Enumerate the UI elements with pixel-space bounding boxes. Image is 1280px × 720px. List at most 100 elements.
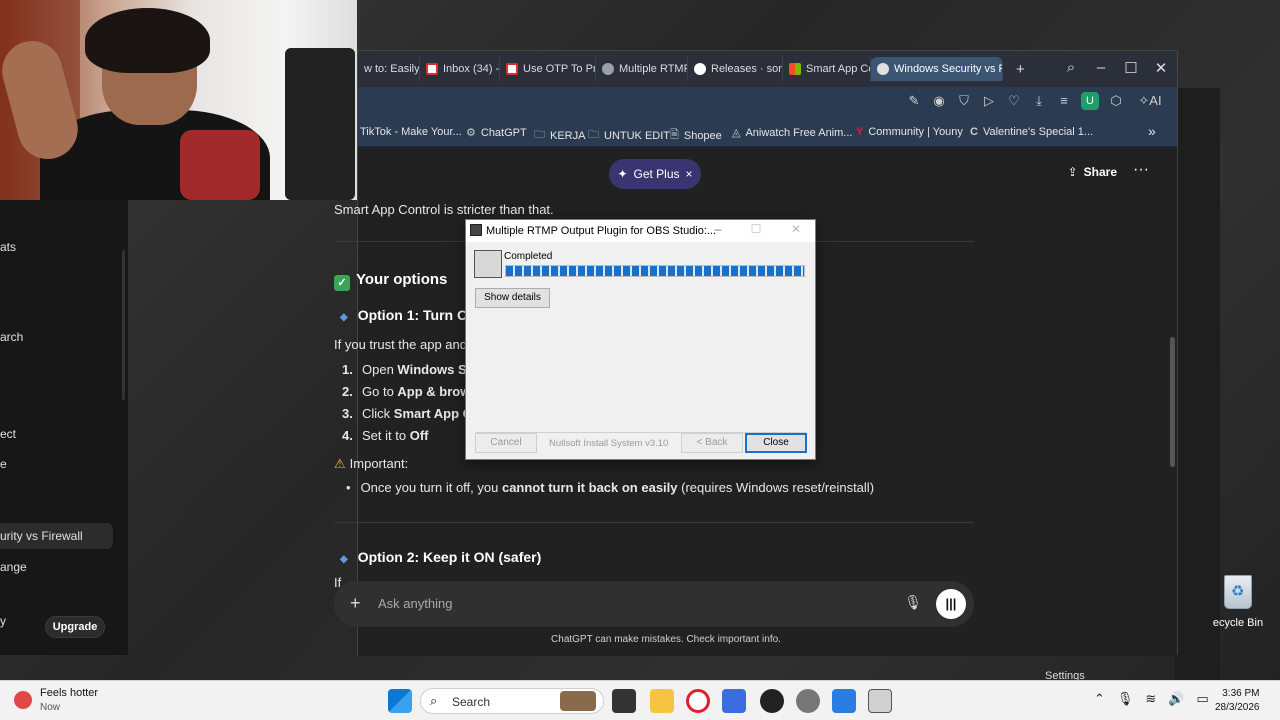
scrollbar[interactable] <box>1170 337 1175 467</box>
upgrade-button[interactable]: Upgrade <box>45 616 105 638</box>
chevron-up-icon[interactable]: ⌃ <box>1094 691 1105 707</box>
bookmark-tiktok[interactable]: TikTok - Make Your... <box>360 126 462 138</box>
minimize-button[interactable]: – <box>710 222 726 236</box>
dialog-titlebar: Multiple RTMP Output Plugin for OBS Stud… <box>466 220 815 242</box>
settings-icon[interactable] <box>796 689 820 713</box>
tab-otp[interactable]: Use OTP To Pro <box>500 57 596 81</box>
extension-icon[interactable]: ⬡ <box>1108 93 1124 109</box>
tab-windows-security[interactable]: Windows Security vs Fire <box>871 57 1003 81</box>
installer-icon <box>474 250 502 278</box>
download-icon[interactable]: ⤓ <box>1031 93 1047 109</box>
task-view-icon[interactable] <box>612 689 636 713</box>
bookmark-aniwatch[interactable]: ◬ Aniwatch Free Anim... <box>732 126 852 140</box>
microphone-icon[interactable]: 🎙 <box>1117 691 1134 707</box>
microphone-icon[interactable]: 🎙 <box>904 594 922 611</box>
heart-icon[interactable]: ♡ <box>1006 93 1022 109</box>
tab-how-to[interactable]: w to: Easily S <box>358 57 420 81</box>
bullet-item: • Once you turn it off, you cannot turn i… <box>346 480 875 495</box>
your-options-heading: ✓ Your options <box>334 271 447 291</box>
bookmark-chatgpt[interactable]: ⚙ ChatGPT <box>466 126 527 140</box>
avatar[interactable]: U <box>1081 92 1099 110</box>
sidebar-item-chat[interactable]: e <box>0 457 7 471</box>
chatgpt-icon <box>602 63 614 75</box>
option1-heading: ◆ Option 1: Turn O <box>340 307 468 323</box>
bookmark-untuk-edit[interactable]: 🗀 UNTUK EDIT <box>588 126 670 145</box>
youny-icon: Y <box>856 126 864 138</box>
wifi-icon[interactable]: ≋ <box>1145 691 1156 707</box>
weather-title: Feels hotter <box>40 687 99 699</box>
bookmark-community[interactable]: Y Community | Youny <box>856 126 963 138</box>
gmail-icon <box>426 63 438 75</box>
install-progress-bar <box>505 265 805 277</box>
clock[interactable]: 3:36 PM 28/3/2026 <box>1215 687 1260 715</box>
microsoft-icon <box>789 63 801 75</box>
bookmark-valentine[interactable]: C Valentine's Special 1... <box>970 126 1093 138</box>
new-tab-button[interactable]: + <box>1010 57 1030 81</box>
close-icon: ✕ <box>790 222 802 236</box>
recycle-bin-shortcut[interactable]: ecycle Bin <box>1208 575 1268 629</box>
important-label: ⚠ Important: <box>334 456 409 471</box>
sidebar-item-search[interactable]: arch <box>0 330 23 344</box>
maximize-button[interactable]: ☐ <box>1121 59 1141 77</box>
show-details-button[interactable]: Show details <box>475 288 550 308</box>
shield-icon[interactable]: ⛉ <box>956 93 972 109</box>
menu-icon[interactable]: ≡ <box>1056 93 1072 109</box>
close-button[interactable]: Close <box>745 433 807 453</box>
ai-button[interactable]: ✧AI <box>1133 93 1167 109</box>
sidebar-scrollbar[interactable] <box>122 250 125 400</box>
browser-toolbar: ✎ ◉ ⛉ ▷ ♡ ⤓ ≡ U ⬡ ✧AI <box>358 87 1177 119</box>
sidebar-item-project[interactable]: ect <box>0 427 16 441</box>
check-icon: ✓ <box>334 275 350 291</box>
sidebar-item-change[interactable]: ange <box>0 560 27 574</box>
share-button[interactable]: ⇪ Share <box>1068 165 1117 179</box>
time: 3:36 PM <box>1222 688 1260 699</box>
voice-mode-button[interactable]: ||| <box>936 589 966 619</box>
step-item: 1. Open Windows Se <box>342 362 474 377</box>
play-icon[interactable]: ▷ <box>981 93 997 109</box>
aniwatch-icon: ◬ <box>732 127 741 139</box>
close-icon[interactable]: × <box>686 167 693 181</box>
camera-icon[interactable]: ◉ <box>931 93 947 109</box>
nsis-version: Nullsoft Install System v3.10 <box>549 438 669 449</box>
volume-icon[interactable]: 🔊 <box>1168 691 1184 707</box>
edit-icon[interactable]: ✎ <box>906 93 922 109</box>
sidebar-item-windows-security[interactable]: urity vs Firewall <box>0 523 113 549</box>
search-icon: ⌕ <box>430 693 438 708</box>
bookmark-kerja[interactable]: 🗀 KERJA <box>534 126 585 145</box>
progress-fill <box>506 266 804 276</box>
search-highlight-icon <box>560 691 596 711</box>
tab-releases[interactable]: Releases · sora <box>688 57 783 81</box>
more-options-button[interactable]: ··· <box>1133 161 1149 179</box>
get-plus-button[interactable]: ✦ Get Plus × <box>609 159 701 189</box>
bookmark-shopee[interactable]: 🗎 Shopee <box>670 126 722 145</box>
minimize-button[interactable]: – <box>1091 59 1111 76</box>
close-window-button[interactable]: ✕ <box>1151 59 1171 77</box>
opera-icon[interactable] <box>686 689 710 713</box>
sidebar-item-account[interactable]: y <box>0 614 6 628</box>
tab-smart-app[interactable]: Smart App Con <box>783 57 871 81</box>
system-tray: ⌃ 🎙 ≋ 🔊 ▭ <box>1094 691 1209 707</box>
battery-icon[interactable]: ▭ <box>1197 691 1209 707</box>
cancel-button: Cancel <box>475 433 537 453</box>
windows-security-icon[interactable] <box>832 689 856 713</box>
sparkle-icon: ✧ <box>1138 93 1150 108</box>
recycle-bin-label: ecycle Bin <box>1212 617 1264 629</box>
bookmarks-overflow-button[interactable]: » <box>1148 123 1156 139</box>
dialog-title: Multiple RTMP Output Plugin for OBS Stud… <box>486 225 717 237</box>
date: 28/3/2026 <box>1215 702 1260 713</box>
file-explorer-icon[interactable] <box>650 689 674 713</box>
app-icon[interactable] <box>722 689 746 713</box>
search-tabs-icon[interactable]: ⌕ <box>1061 59 1081 76</box>
add-attachment-button[interactable]: + <box>350 593 361 614</box>
weather-widget[interactable]: Feels hotter Now <box>14 687 98 713</box>
tab-inbox[interactable]: Inbox (34) - ke <box>420 57 500 81</box>
diamond-icon: ◆ <box>340 554 348 565</box>
chat-input[interactable]: + Ask anything 🎙 ||| <box>334 581 974 627</box>
sidebar-item-chats[interactable]: ats <box>0 240 16 254</box>
installer-icon[interactable] <box>868 689 892 713</box>
tab-multiple-rtmp[interactable]: Multiple RTMP <box>596 57 688 81</box>
installer-dialog: Multiple RTMP Output Plugin for OBS Stud… <box>465 219 816 460</box>
start-icon[interactable] <box>388 689 412 713</box>
back-button: < Back <box>681 433 743 453</box>
obs-icon[interactable] <box>760 689 784 713</box>
